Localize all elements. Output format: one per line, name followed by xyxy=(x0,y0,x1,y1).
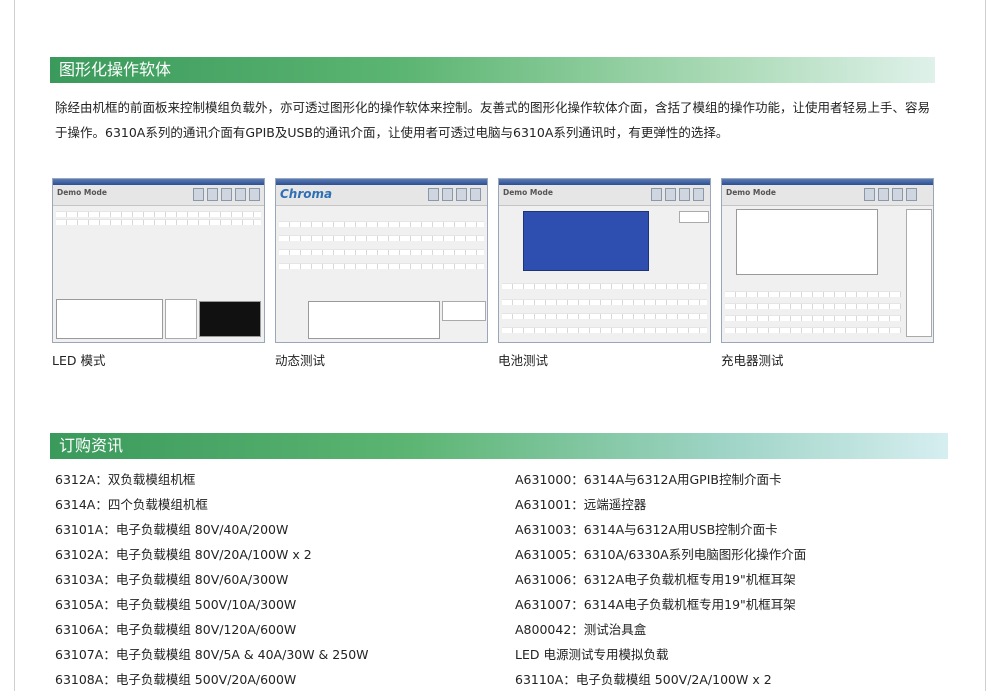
table-row xyxy=(279,249,484,255)
list-item: 63106A：电子负载模组 80V/120A/600W xyxy=(55,622,297,637)
caption-led-mode: LED 模式 xyxy=(52,353,106,368)
list-item: A631006：6312A电子负载机框专用19"机框耳架 xyxy=(515,572,796,587)
screenshot-battery-test: Demo Mode xyxy=(498,178,711,343)
mode-label: Demo Mode xyxy=(57,188,107,197)
settings-panel xyxy=(165,299,197,339)
list-item: 63103A：电子负载模组 80V/60A/300W xyxy=(55,572,289,587)
toolbar-button xyxy=(878,188,889,201)
waveform-plot xyxy=(308,301,440,339)
toolbar-button xyxy=(221,188,232,201)
mode-label: Demo Mode xyxy=(503,188,553,197)
window-header: Demo Mode xyxy=(53,185,264,206)
table-row xyxy=(56,211,261,217)
charger-curve-plot xyxy=(736,209,878,275)
toolbar-button xyxy=(665,188,676,201)
list-item: 6312A：双负载模组机框 xyxy=(55,472,196,487)
page-border-left xyxy=(14,0,15,691)
section-header-software: 图形化操作软体 xyxy=(50,57,935,83)
list-item: 63102A：电子负载模组 80V/20A/100W x 2 xyxy=(55,547,312,562)
section-header-ordering: 订购资讯 xyxy=(50,433,948,459)
section-title: 订购资讯 xyxy=(59,436,124,455)
list-item: 63101A：电子负载模组 80V/40A/200W xyxy=(55,522,289,537)
list-item: A800042：测试治具盒 xyxy=(515,622,647,637)
toolbar-button xyxy=(456,188,467,201)
list-item: LED 电源测试专用模拟负载 xyxy=(515,647,669,662)
waveform-plot xyxy=(56,299,163,339)
caption-charger-test: 充电器测试 xyxy=(721,353,784,368)
table-row xyxy=(502,313,707,319)
toolbar-button xyxy=(906,188,917,201)
battery-curve-plot xyxy=(523,211,649,271)
list-item: A631001：远端遥控器 xyxy=(515,497,647,512)
list-item: 63110A：电子负载模组 500V/2A/100W x 2 xyxy=(515,672,772,687)
list-item: A631005：6310A/6330A系列电脑图形化操作介面 xyxy=(515,547,807,562)
chroma-logo: Chroma xyxy=(280,187,333,201)
toolbar-button xyxy=(679,188,690,201)
list-item: A631003：6314A与6312A用USB控制介面卡 xyxy=(515,522,778,537)
order-list-left: 6312A：双负载模组机框 6314A：四个负载模组机框 63101A：电子负载… xyxy=(55,467,369,692)
settings-panel xyxy=(679,211,709,223)
intro-paragraph: 除经由机框的前面板来控制模组负载外，亦可透过图形化的操作软体来控制。友善式的图形… xyxy=(55,100,931,140)
table-row xyxy=(502,327,707,333)
toolbar-button xyxy=(470,188,481,201)
caption-battery-test: 电池测试 xyxy=(498,353,549,368)
table-row xyxy=(502,299,707,305)
toolbar-button xyxy=(892,188,903,201)
window-header: Demo Mode xyxy=(499,185,710,206)
toolbar-button xyxy=(864,188,875,201)
toolbar-button xyxy=(235,188,246,201)
list-item: 63108A：电子负载模组 500V/20A/600W xyxy=(55,672,297,687)
toolbar-button xyxy=(428,188,439,201)
table-row xyxy=(725,303,901,309)
table-row xyxy=(279,235,484,241)
screenshot-led-mode: Demo Mode xyxy=(52,178,265,343)
list-item: 63105A：电子负载模组 500V/10A/300W xyxy=(55,597,297,612)
list-item: 63107A：电子负载模组 80V/5A & 40A/30W & 250W xyxy=(55,647,369,662)
section-title: 图形化操作软体 xyxy=(59,60,172,79)
settings-panel xyxy=(442,301,486,321)
table-row xyxy=(725,291,901,297)
toolbar-button xyxy=(249,188,260,201)
list-item: A631000：6314A与6312A用GPIB控制介面卡 xyxy=(515,472,782,487)
toolbar-button xyxy=(207,188,218,201)
table-row xyxy=(279,221,484,227)
list-item: A631007：6314A电子负载机框专用19"机框耳架 xyxy=(515,597,796,612)
toolbar-button xyxy=(193,188,204,201)
list-item: 6314A：四个负载模组机框 xyxy=(55,497,208,512)
window-header: Demo Mode xyxy=(722,185,933,206)
table-row xyxy=(725,315,901,321)
table-row xyxy=(279,263,484,269)
order-list-right: A631000：6314A与6312A用GPIB控制介面卡 A631001：远端… xyxy=(515,467,806,692)
screenshot-charger-test: Demo Mode xyxy=(721,178,934,343)
table-row xyxy=(725,327,901,333)
toolbar-button xyxy=(442,188,453,201)
window-header: Chroma xyxy=(276,185,487,206)
screenshot-dynamic-test: Chroma xyxy=(275,178,488,343)
caption-dynamic-test: 动态测试 xyxy=(275,353,326,368)
channel-list xyxy=(906,209,932,337)
table-row xyxy=(56,219,261,225)
toolbar-button xyxy=(651,188,662,201)
page-border-right xyxy=(985,0,986,691)
led-curve-plot xyxy=(199,301,261,337)
mode-label: Demo Mode xyxy=(726,188,776,197)
toolbar-button xyxy=(693,188,704,201)
table-row xyxy=(502,283,707,289)
